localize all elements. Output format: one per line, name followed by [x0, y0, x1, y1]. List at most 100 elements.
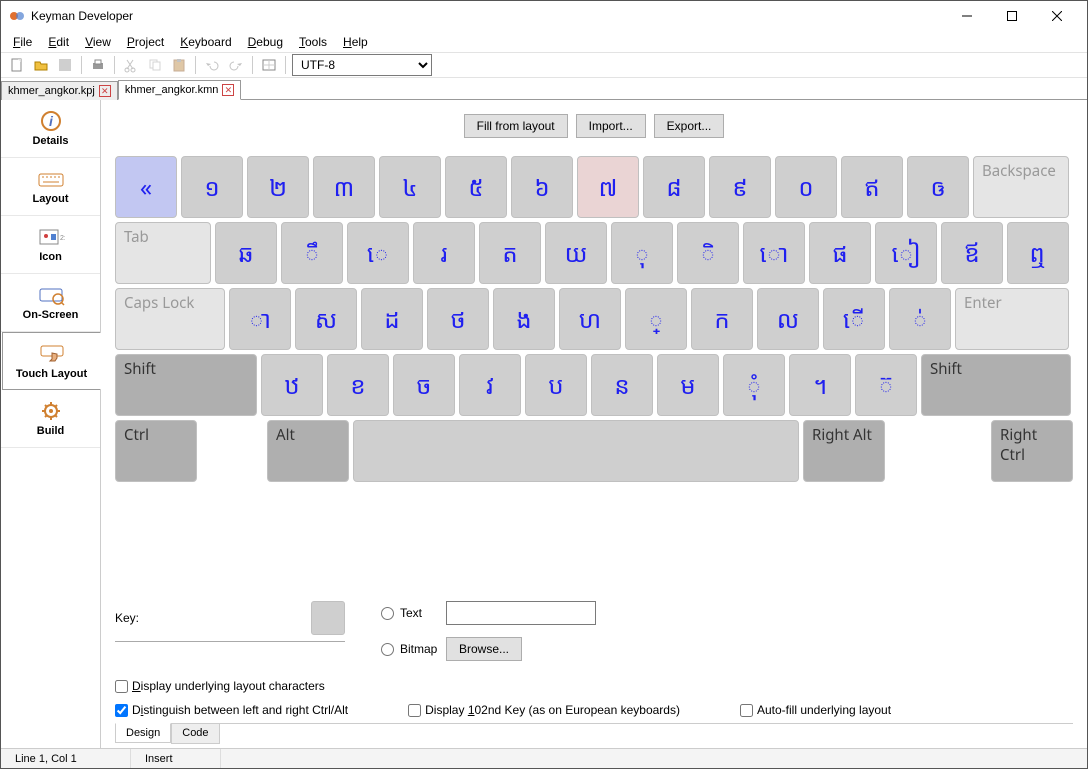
- key[interactable]: េ: [347, 222, 409, 284]
- key[interactable]: ផ: [809, 222, 871, 284]
- undo-icon[interactable]: [202, 55, 222, 75]
- key[interactable]: Alt: [267, 420, 349, 482]
- key[interactable]: ៀ: [875, 222, 937, 284]
- key[interactable]: ា: [229, 288, 291, 350]
- key[interactable]: ៩: [709, 156, 771, 218]
- encoding-select[interactable]: UTF-8: [292, 54, 432, 76]
- key[interactable]: ត: [479, 222, 541, 284]
- key[interactable]: ឮ: [1007, 222, 1069, 284]
- tab-design[interactable]: Design: [115, 723, 171, 743]
- copy-icon[interactable]: [145, 55, 165, 75]
- text-input[interactable]: [446, 601, 596, 625]
- menu-tools[interactable]: Tools: [291, 33, 335, 51]
- key[interactable]: ់: [889, 288, 951, 350]
- key[interactable]: ៊: [855, 354, 917, 416]
- key[interactable]: ើ: [823, 288, 885, 350]
- key[interactable]: Right Ctrl: [991, 420, 1073, 482]
- key[interactable]: ង: [493, 288, 555, 350]
- doc-tab-kmn[interactable]: khmer_angkor.kmn ✕: [118, 80, 242, 100]
- key[interactable]: ្: [625, 288, 687, 350]
- key[interactable]: ហ: [559, 288, 621, 350]
- key[interactable]: Enter: [955, 288, 1069, 350]
- menu-edit[interactable]: Edit: [40, 33, 77, 51]
- key[interactable]: ច: [393, 354, 455, 416]
- redo-icon[interactable]: [226, 55, 246, 75]
- menu-keyboard[interactable]: Keyboard: [172, 33, 239, 51]
- print-icon[interactable]: [88, 55, 108, 75]
- key[interactable]: ១: [181, 156, 243, 218]
- key[interactable]: Ctrl: [115, 420, 197, 482]
- key[interactable]: Caps Lock: [115, 288, 225, 350]
- close-icon[interactable]: ✕: [222, 84, 234, 96]
- chk-distinguish[interactable]: [115, 704, 128, 717]
- key[interactable]: ក: [691, 288, 753, 350]
- browse-button[interactable]: Browse...: [446, 637, 522, 661]
- tab-code[interactable]: Code: [171, 724, 219, 744]
- key[interactable]: ឲ: [907, 156, 969, 218]
- key[interactable]: ឹ: [281, 222, 343, 284]
- open-icon[interactable]: [31, 55, 51, 75]
- key[interactable]: ប: [525, 354, 587, 416]
- chk-autofill[interactable]: [740, 704, 753, 717]
- key[interactable]: ស: [295, 288, 357, 350]
- key[interactable]: Backspace: [973, 156, 1069, 218]
- key[interactable]: Shift: [115, 354, 257, 416]
- key[interactable]: ឪ: [941, 222, 1003, 284]
- maximize-button[interactable]: [989, 2, 1034, 30]
- key[interactable]: Tab: [115, 222, 211, 284]
- sidebar-item-details[interactable]: i Details: [1, 100, 100, 158]
- import-button[interactable]: Import...: [576, 114, 646, 138]
- key[interactable]: ៦: [511, 156, 573, 218]
- sidebar-item-onscreen[interactable]: On-Screen: [1, 274, 100, 332]
- key[interactable]: ោ: [743, 222, 805, 284]
- key[interactable]: យ: [545, 222, 607, 284]
- menu-help[interactable]: Help: [335, 33, 376, 51]
- key[interactable]: ៨: [643, 156, 705, 218]
- key[interactable]: ។: [789, 354, 851, 416]
- key[interactable]: ឋ: [261, 354, 323, 416]
- key[interactable]: ៣: [313, 156, 375, 218]
- key[interactable]: ២: [247, 156, 309, 218]
- key[interactable]: ន: [591, 354, 653, 416]
- fill-from-layout-button[interactable]: Fill from layout: [464, 114, 568, 138]
- key[interactable]: ៧: [577, 156, 639, 218]
- key[interactable]: វ: [459, 354, 521, 416]
- new-icon[interactable]: [7, 55, 27, 75]
- menu-file[interactable]: File: [5, 33, 40, 51]
- menu-debug[interactable]: Debug: [240, 33, 291, 51]
- key[interactable]: ៤: [379, 156, 441, 218]
- key[interactable]: រ: [413, 222, 475, 284]
- key[interactable]: ៥: [445, 156, 507, 218]
- charmap-icon[interactable]: [259, 55, 279, 75]
- key[interactable]: ុំ: [723, 354, 785, 416]
- paste-icon[interactable]: [169, 55, 189, 75]
- sidebar-item-layout[interactable]: Layout: [1, 158, 100, 216]
- menu-view[interactable]: View: [77, 33, 119, 51]
- bitmap-radio[interactable]: [381, 643, 394, 656]
- key[interactable]: ០: [775, 156, 837, 218]
- key[interactable]: «: [115, 156, 177, 218]
- sidebar-item-build[interactable]: Build: [1, 390, 100, 448]
- key[interactable]: ថ: [427, 288, 489, 350]
- doc-tab-kpj[interactable]: khmer_angkor.kpj ✕: [1, 81, 118, 100]
- cut-icon[interactable]: [121, 55, 141, 75]
- key[interactable]: ដ: [361, 288, 423, 350]
- key[interactable]: Right Alt: [803, 420, 885, 482]
- sidebar-item-touchlayout[interactable]: Touch Layout: [2, 332, 101, 390]
- close-button[interactable]: [1034, 2, 1079, 30]
- key[interactable]: ខ: [327, 354, 389, 416]
- key[interactable]: ុ: [611, 222, 673, 284]
- key[interactable]: [201, 420, 263, 482]
- menu-project[interactable]: Project: [119, 33, 172, 51]
- sidebar-item-icon[interactable]: 2: Icon: [1, 216, 100, 274]
- key[interactable]: ឆ: [215, 222, 277, 284]
- key[interactable]: ល: [757, 288, 819, 350]
- key[interactable]: ិ: [677, 222, 739, 284]
- save-icon[interactable]: [55, 55, 75, 75]
- key[interactable]: ម: [657, 354, 719, 416]
- text-radio[interactable]: [381, 607, 394, 620]
- key[interactable]: ឥ: [841, 156, 903, 218]
- key[interactable]: [353, 420, 799, 482]
- chk-underlying[interactable]: [115, 680, 128, 693]
- close-icon[interactable]: ✕: [99, 85, 111, 97]
